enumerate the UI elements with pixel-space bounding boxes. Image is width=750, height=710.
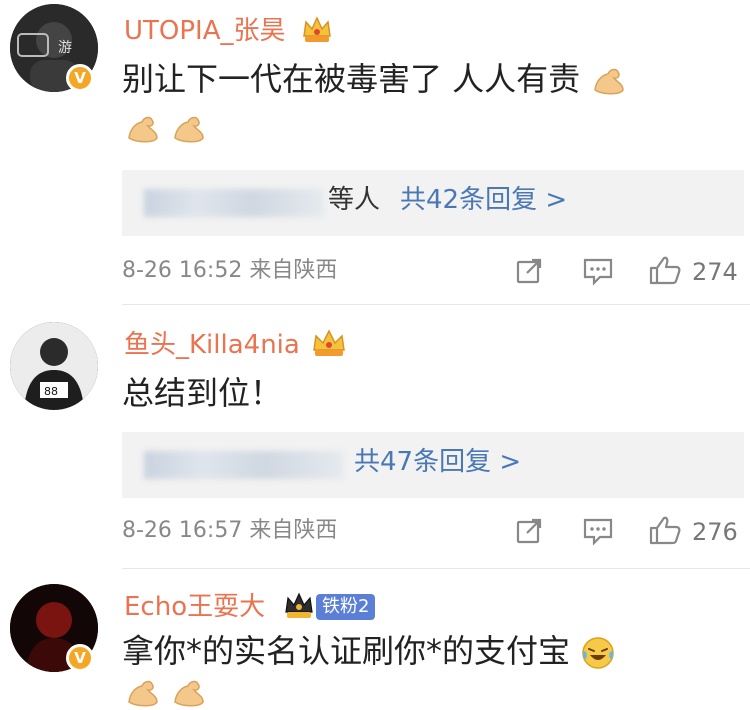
comment-text-content: 拿你*的实名认证刷你*的支付宝 — [122, 632, 571, 670]
crown-icon — [303, 16, 331, 42]
comment-text-content: 别让下一代在被毒害了 人人有责 — [122, 60, 581, 98]
laughing-tears-icon — [582, 637, 614, 669]
share-icon[interactable] — [514, 516, 544, 546]
crown-icon — [285, 592, 313, 618]
divider — [122, 304, 750, 305]
comment-meta: 8-26 16:52 来自陕西 — [122, 258, 338, 283]
like-icon[interactable] — [648, 514, 682, 546]
comment-meta: 8-26 16:57 来自陕西 — [122, 518, 338, 543]
blurred-usernames — [144, 451, 344, 479]
avatar[interactable]: 88 — [10, 322, 98, 410]
username[interactable]: UTOPIA_张昊 — [124, 18, 286, 44]
flexed-biceps-icon — [174, 116, 204, 143]
verified-badge-icon: V — [66, 64, 94, 92]
like-count: 276 — [692, 518, 738, 546]
username[interactable]: Echo王耍大 — [124, 594, 265, 620]
like-count: 274 — [692, 258, 738, 286]
comment-text: 拿你*的实名认证刷你*的支付宝 — [122, 632, 616, 671]
comment-text: 别让下一代在被毒害了 人人有责 — [122, 60, 628, 98]
comment-icon[interactable] — [582, 516, 614, 546]
svg-text:游: 游 — [58, 40, 72, 56]
reply-count-link[interactable]: 共42条回复 > — [400, 187, 567, 213]
flexed-biceps-icon — [128, 680, 158, 707]
flexed-biceps-icon — [594, 68, 625, 95]
svg-text:88: 88 — [44, 385, 58, 398]
reply-preview[interactable]: 等人 共42条回复 > — [122, 170, 744, 236]
fan-badge: 铁粉2 — [316, 594, 376, 620]
comment-icon[interactable] — [582, 256, 614, 286]
share-icon[interactable] — [514, 256, 544, 286]
username[interactable]: 鱼头_Killa4nia — [124, 332, 300, 358]
verified-badge-icon: V — [66, 644, 94, 672]
flexed-biceps-icon — [174, 680, 204, 707]
reply-preview[interactable]: 共47条回复 > — [122, 432, 744, 498]
divider — [122, 568, 750, 569]
like-icon[interactable] — [648, 254, 682, 286]
comment-text: 总结到位！ — [122, 374, 283, 412]
crown-icon — [313, 329, 345, 356]
blurred-usernames — [144, 189, 324, 217]
flexed-biceps-icon — [128, 116, 158, 143]
reply-count-link[interactable]: 共47条回复 > — [354, 449, 521, 475]
reply-suffix: 等人 — [328, 185, 381, 215]
